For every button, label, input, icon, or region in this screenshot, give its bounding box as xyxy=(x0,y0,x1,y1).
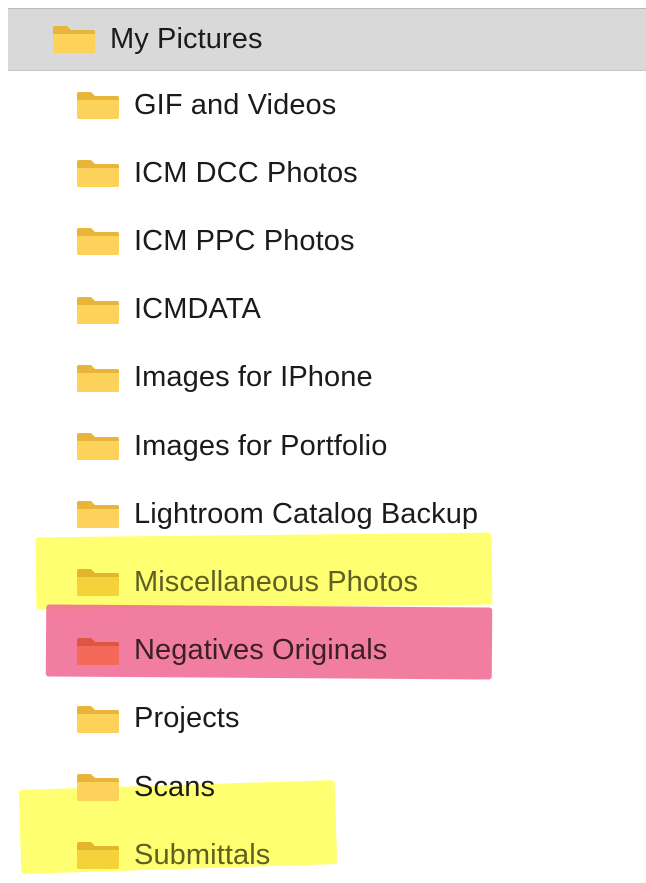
tree-item-lightroom-catalog-backup[interactable]: Lightroom Catalog Backup xyxy=(76,486,478,542)
folder-icon xyxy=(76,704,120,734)
tree-item-label: Projects xyxy=(134,702,240,735)
folder-icon xyxy=(52,24,96,54)
tree-item-icmdata[interactable]: ICMDATA xyxy=(76,282,261,338)
folder-icon xyxy=(76,90,120,120)
tree-item-label: Scans xyxy=(134,770,216,803)
folder-icon xyxy=(76,363,120,393)
tree-item-icm-ppc-photos[interactable]: ICM PPC Photos xyxy=(76,213,355,269)
tree-item-icm-dcc-photos[interactable]: ICM DCC Photos xyxy=(76,145,358,201)
tree-item-label: My Pictures xyxy=(110,22,263,55)
folder-icon xyxy=(76,840,120,870)
tree-item-label: ICM DCC Photos xyxy=(134,156,358,189)
folder-icon xyxy=(76,226,120,256)
tree-item-label: Miscellaneous Photos xyxy=(134,565,419,598)
tree-item-submittals[interactable]: Submittals xyxy=(76,827,270,883)
tree-item-scans[interactable]: Scans xyxy=(76,759,215,815)
tree-item-images-for-iphone[interactable]: Images for IPhone xyxy=(76,350,373,406)
tree-item-my-pictures[interactable]: My Pictures xyxy=(52,11,263,67)
tree-item-label: Submittals xyxy=(134,838,271,871)
folder-icon xyxy=(76,431,120,461)
tree-item-label: ICMDATA xyxy=(134,293,261,326)
tree-item-images-for-portfolio[interactable]: Images for Portfolio xyxy=(76,418,387,474)
tree-item-label: Lightroom Catalog Backup xyxy=(134,497,479,530)
folder-icon xyxy=(76,636,120,666)
tree-item-label: Images for Portfolio xyxy=(134,429,388,462)
folder-icon xyxy=(76,295,120,325)
folder-icon xyxy=(76,567,120,597)
tree-item-projects[interactable]: Projects xyxy=(76,691,240,747)
folder-icon xyxy=(76,158,120,188)
tree-item-label: Negatives Originals xyxy=(134,634,388,667)
tree-item-negatives-originals[interactable]: Negatives Originals xyxy=(76,623,387,679)
tree-item-miscellaneous-photos[interactable]: Miscellaneous Photos xyxy=(76,554,418,610)
folder-icon xyxy=(76,772,120,802)
folder-icon xyxy=(76,499,120,529)
tree-item-label: Images for IPhone xyxy=(134,361,373,394)
tree-item-gif-and-videos[interactable]: GIF and Videos xyxy=(76,77,336,133)
tree-item-label: GIF and Videos xyxy=(134,88,337,121)
tree-item-label: ICM PPC Photos xyxy=(134,224,355,257)
